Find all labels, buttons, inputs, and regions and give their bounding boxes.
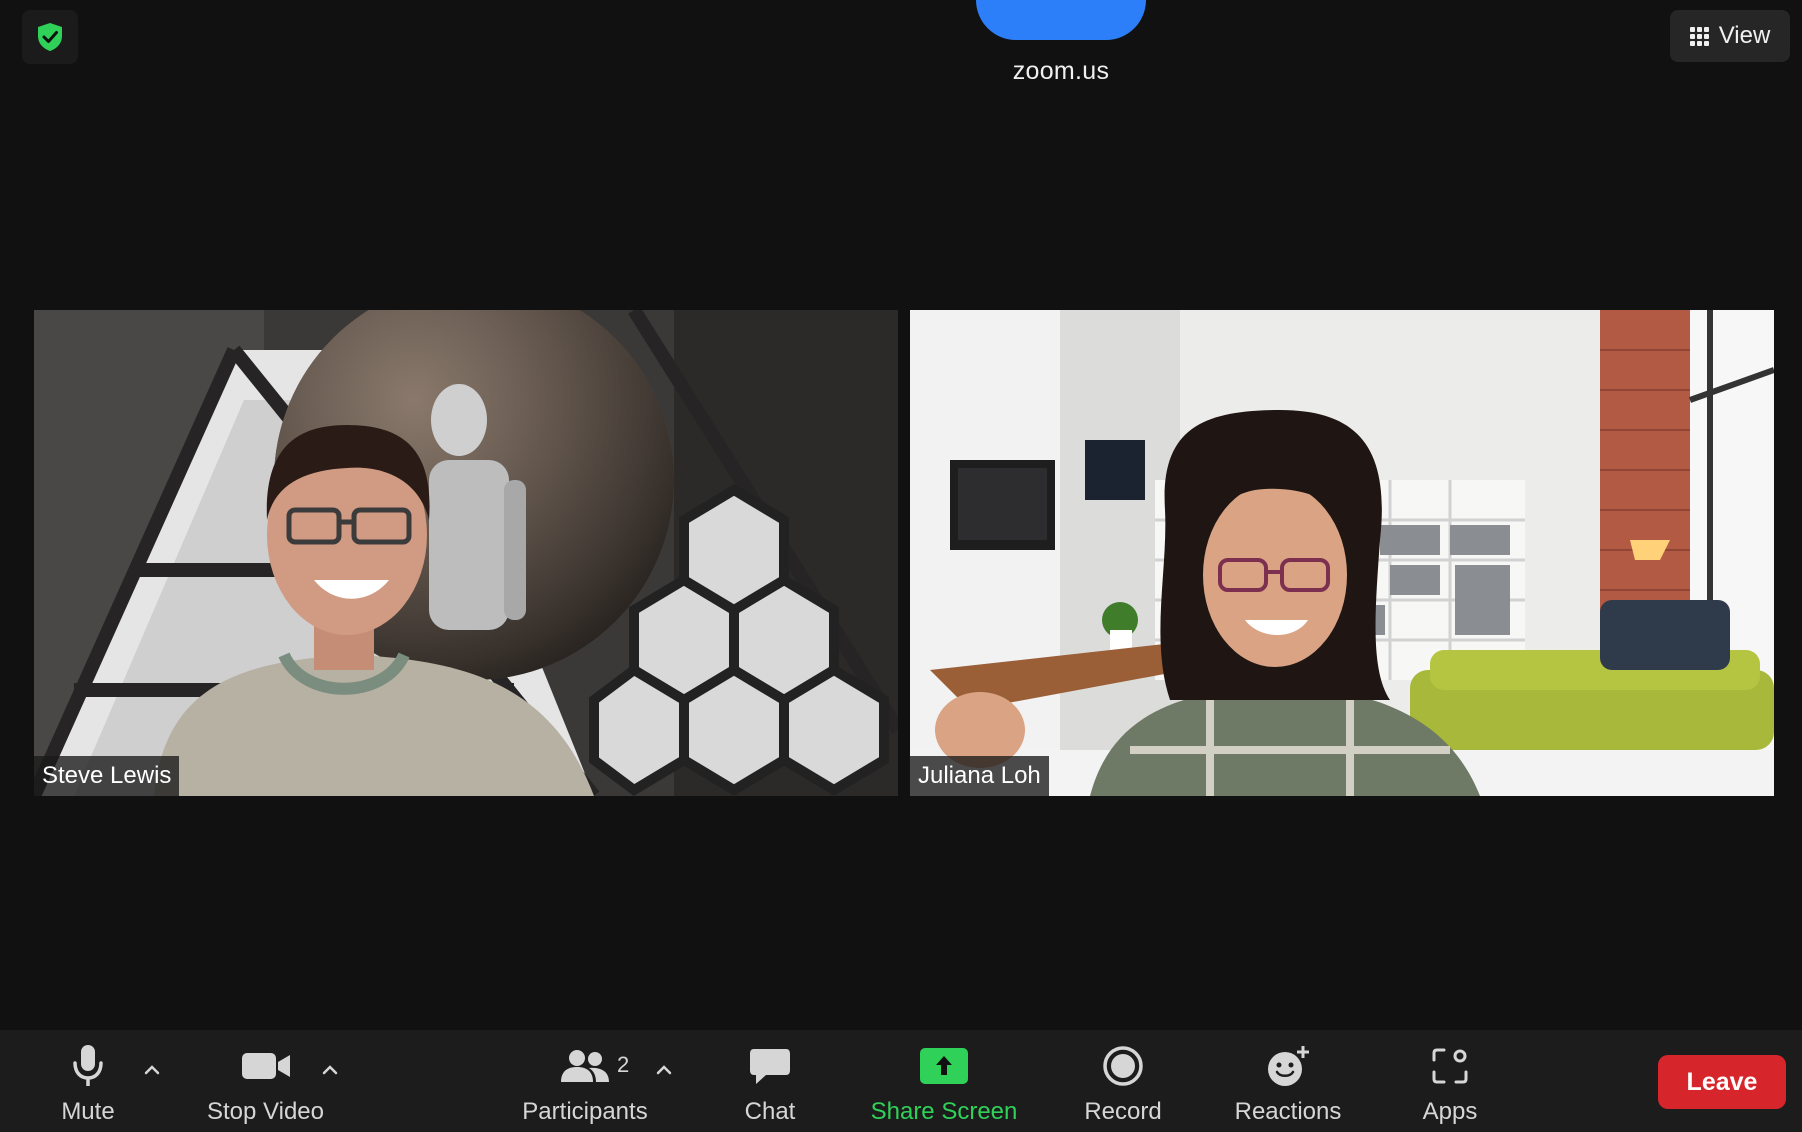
share-screen-button[interactable]: Share Screen	[866, 1030, 1022, 1132]
view-label: View	[1718, 22, 1771, 49]
leave-button[interactable]: Leave	[1658, 1055, 1786, 1109]
participant-name-tag: Steve Lewis	[34, 756, 180, 796]
video-options-caret[interactable]	[318, 1058, 342, 1082]
chevron-up-icon	[656, 1065, 672, 1075]
participant-name-tag: Juliana Loh	[910, 756, 1049, 796]
record-button[interactable]: Record	[1075, 1030, 1171, 1132]
smiley-plus-icon	[1268, 1046, 1309, 1086]
video-tile-steve-lewis[interactable]: Steve Lewis	[34, 310, 898, 796]
share-screen-label: Share Screen	[870, 1098, 1018, 1125]
people-icon	[561, 1050, 609, 1082]
participants-label: Participants	[522, 1098, 648, 1125]
participant-video-feed	[34, 310, 898, 796]
window-title: zoom.us	[1012, 57, 1110, 85]
grid-icon	[1689, 26, 1709, 46]
record-icon	[1103, 1046, 1143, 1086]
reactions-label: Reactions	[1234, 1098, 1342, 1125]
zoom-window-bubble	[976, 0, 1146, 40]
chat-bubble-icon	[750, 1049, 790, 1084]
mute-label: Mute	[61, 1098, 115, 1125]
video-tile-juliana-loh[interactable]: Juliana Loh	[910, 310, 1774, 796]
microphone-icon	[73, 1045, 103, 1086]
chat-button[interactable]: Chat	[730, 1030, 810, 1132]
reactions-button[interactable]: Reactions	[1228, 1030, 1348, 1132]
record-label: Record	[1084, 1098, 1162, 1125]
video-camera-icon	[241, 1053, 290, 1079]
participant-video-feed	[910, 310, 1774, 796]
participants-button[interactable]: Participants	[515, 1030, 655, 1132]
apps-icon	[1432, 1048, 1468, 1084]
participants-options-caret[interactable]	[652, 1058, 676, 1082]
shield-check-icon	[38, 23, 62, 51]
participants-count: 2	[617, 1052, 630, 1077]
view-button[interactable]: View	[1670, 10, 1790, 62]
stop-video-label: Stop Video	[207, 1098, 324, 1125]
chevron-up-icon	[322, 1065, 338, 1075]
share-screen-icon	[920, 1048, 968, 1084]
mute-button[interactable]: Mute	[48, 1030, 128, 1132]
apps-label: Apps	[1422, 1098, 1478, 1125]
audio-options-caret[interactable]	[140, 1058, 164, 1082]
apps-button[interactable]: Apps	[1410, 1030, 1490, 1132]
chat-label: Chat	[744, 1098, 796, 1125]
stop-video-button[interactable]: Stop Video	[198, 1030, 333, 1132]
meeting-toolbar: Mute Stop Video Participants 2 Chat Shar…	[0, 1030, 1802, 1132]
chevron-up-icon	[144, 1065, 160, 1075]
security-shield-button[interactable]	[22, 10, 78, 64]
